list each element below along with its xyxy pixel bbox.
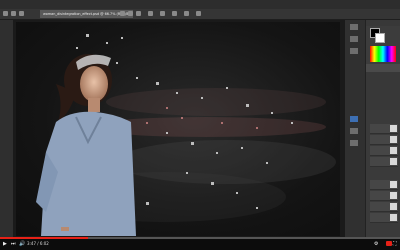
- background-color-swatch[interactable]: [375, 33, 385, 43]
- distribute-icon[interactable]: [148, 11, 153, 16]
- 3d-mode-icon[interactable]: [160, 11, 165, 16]
- auto-select-icon[interactable]: [11, 11, 16, 16]
- layer-thumbnail: [390, 158, 397, 165]
- color-spectrum[interactable]: [370, 46, 396, 62]
- layer-row[interactable]: [370, 157, 398, 167]
- layer-row[interactable]: [370, 202, 398, 212]
- volume-icon[interactable]: 🔊: [19, 241, 25, 247]
- layer-row[interactable]: [370, 124, 398, 134]
- tools-panel: [0, 20, 13, 238]
- play-icon[interactable]: ▶: [3, 241, 7, 247]
- document-tab[interactable]: woman_disintegration_effect.psd @ 66.7% …: [40, 10, 133, 18]
- swatches-bar[interactable]: [366, 64, 400, 72]
- layer-row[interactable]: [370, 180, 398, 190]
- menu-bar: [0, 0, 400, 9]
- brush-settings-icon[interactable]: [350, 36, 358, 42]
- paths-icon[interactable]: [350, 140, 358, 146]
- youtube-icon[interactable]: [386, 241, 392, 246]
- layer-row[interactable]: [370, 146, 398, 156]
- next-icon[interactable]: ⏭: [11, 241, 16, 247]
- adjustments-icon[interactable]: [350, 48, 358, 54]
- layer-thumbnail: [390, 147, 397, 154]
- history-icon[interactable]: [350, 24, 358, 30]
- layer-thumbnail: [390, 214, 397, 221]
- pan-icon[interactable]: [184, 11, 189, 16]
- image-canvas[interactable]: [16, 22, 340, 236]
- orbit-icon[interactable]: [172, 11, 177, 16]
- layer-thumbnail: [390, 125, 397, 132]
- layer-thumbnail: [390, 136, 397, 143]
- video-timecode: 3:47 / 6:02: [27, 241, 49, 246]
- layer-thumbnail: [390, 192, 397, 199]
- transform-controls-icon[interactable]: [19, 11, 24, 16]
- layer-thumbnail: [390, 181, 397, 188]
- align-right-icon[interactable]: [136, 11, 141, 16]
- panel-icon-strip: [345, 20, 366, 238]
- layer-row[interactable]: [370, 213, 398, 223]
- channels-icon[interactable]: [350, 128, 358, 134]
- layer-thumbnail: [390, 203, 397, 210]
- scale-icon[interactable]: [196, 11, 201, 16]
- align-center-icon[interactable]: [128, 11, 133, 16]
- layer-row[interactable]: [370, 135, 398, 145]
- fullscreen-icon[interactable]: ⛶: [393, 241, 397, 247]
- align-left-icon[interactable]: [120, 11, 125, 16]
- settings-icon[interactable]: ⚙: [374, 241, 378, 247]
- layers-icon[interactable]: [350, 116, 358, 122]
- disintegration-artwork: [36, 34, 336, 236]
- progress-fill: [0, 237, 88, 239]
- color-panel[interactable]: [366, 26, 400, 64]
- move-tool-icon[interactable]: [3, 11, 8, 16]
- layer-row[interactable]: [370, 191, 398, 201]
